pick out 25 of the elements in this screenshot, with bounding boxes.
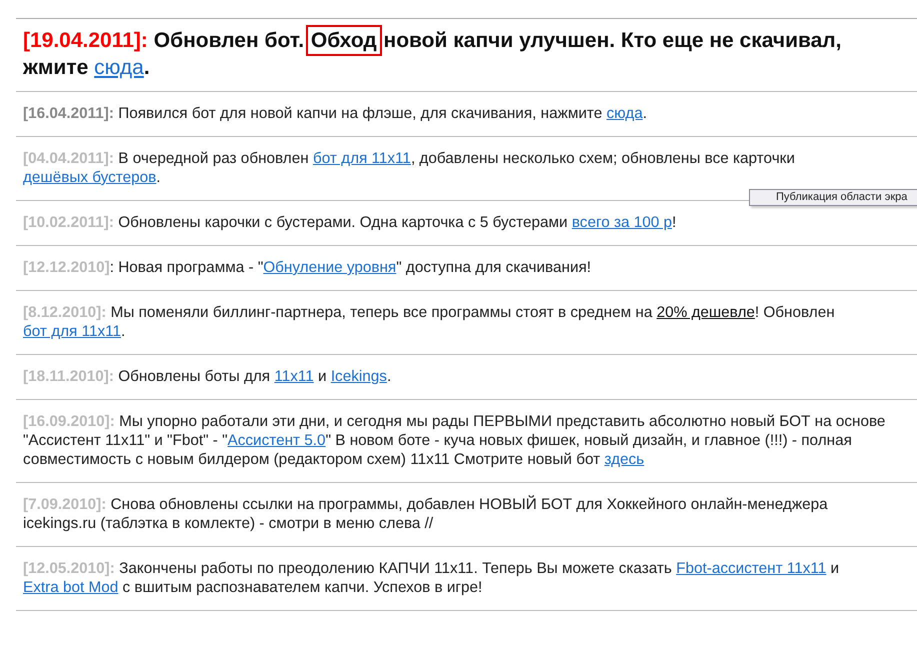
link[interactable]: бот для 11x11 [312,150,411,167]
news-text: [12.12.2010]: Новая программа - "Обнуление уровня" доступна для скачивания! [23,258,592,277]
link[interactable]: 11x11 [274,368,314,385]
news-text: [16.04.2011]: Появился бот для новой капчи на флэше, для скачивания, нажмите сюда. [23,104,647,123]
tooltip: Публикация области экра [749,189,917,206]
link[interactable]: Обнуление уровня [263,259,396,276]
link[interactable]: всего за 100 р [572,214,672,231]
news-text: [16.09.2010]: Мы упорно работали эти дни, и сегодня мы рады ПЕРВЫМИ представить абсолютно новый БОТ на основе "Ассистент 11x11" и "Fbot" - "Ассистент 5.0" В новом боте - куча новых фишек, новый дизайн, и главное (!!!) - полная совместимость с новым билдером (редактором схем) 11x11 Смотрите новый бот здесь [23,412,886,469]
headline: [19.04.2011]: Обновлен бот. Обход новой капчи улучшен. Кто еще не скачивал, жмите сюда. [23,27,890,81]
link[interactable]: Extra bot Mod [23,579,118,596]
link[interactable]: сюда [606,105,643,122]
underlined-text: 20% дешевле [656,304,755,321]
link[interactable]: дешёвых бустеров [23,169,156,186]
news-text: [12.05.2010]: Закончены работы по преодолению КАПЧИ 11x11. Теперь Вы можете сказать Fbot-ассистент 11x11 и Extra bot Mod с вшитым распознавателем капчи. Успехов в игре! [23,559,840,597]
link[interactable]: Icekings [330,368,387,385]
news-text: [8.12.2010]: Мы поменяли биллинг-партнера, теперь все программы стоят в среднем на 20% дешевле! Обновлен бот для 11x11. [23,303,836,341]
news-text: [10.02.2011]: Обновлены карочки с бустерами. Одна карточка с 5 бустерами всего за 100 р! [23,213,676,232]
link[interactable]: бот для 11x11 [23,323,121,340]
link[interactable]: здесь [604,451,644,468]
news-text: [18.11.2010]: Обновлены боты для 11x11 и Icekings. [23,367,392,386]
link[interactable]: Ассистент 5.0 [228,432,326,449]
link[interactable]: Fbot-ассистент 11x11 [676,560,826,577]
link[interactable]: сюда [94,56,144,79]
news-text: [04.04.2011]: В очередной раз обновлен бот для 11x11, добавлены несколько схем; обновлены все карточки дешёвых бустеров. [23,149,796,187]
news-text: [7.09.2010]: Снова обновлены ссылки на программы, добавлен НОВЫЙ БОТ для Хоккейного онлайн-менеджера icekings.ru (таблэтка в комлекте) - смотри в меню слева // [23,495,829,533]
